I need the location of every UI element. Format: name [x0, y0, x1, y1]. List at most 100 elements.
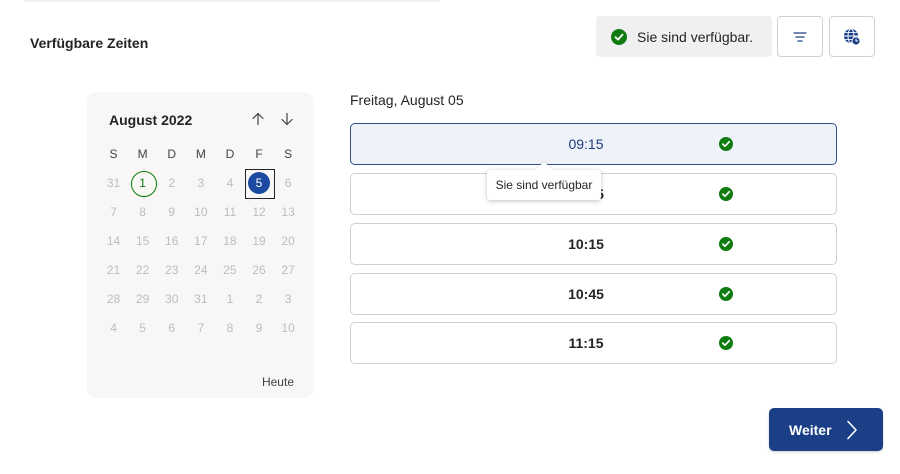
calendar-day[interactable]: 31 — [99, 168, 128, 197]
calendar-day-number: 6 — [168, 320, 176, 335]
weekday-label: S — [284, 146, 293, 161]
calendar-day[interactable]: 7 — [99, 197, 128, 226]
calendar-day[interactable]: 7 — [186, 313, 215, 342]
filter-button[interactable] — [777, 16, 823, 57]
check-circle-icon — [611, 28, 627, 45]
time-slot-label: 11:15 — [568, 335, 604, 351]
calendar-day-selected[interactable]: 5 — [244, 168, 276, 199]
calendar-day-number: 22 — [135, 262, 150, 277]
filter-icon — [793, 31, 807, 42]
calendar-day[interactable]: 28 — [99, 284, 128, 313]
check-circle-icon — [719, 336, 733, 350]
calendar-day[interactable]: 21 — [99, 255, 128, 284]
calendar-day[interactable]: 27 — [274, 255, 303, 284]
check-circle-icon — [719, 237, 733, 251]
arrow-up-icon — [252, 112, 264, 126]
timezone-button[interactable] — [829, 16, 875, 57]
calendar-day[interactable]: 16 — [157, 226, 186, 255]
calendar-day[interactable]: 11 — [215, 197, 244, 226]
calendar-day[interactable]: 12 — [244, 197, 273, 226]
calendar-day-number: 16 — [165, 233, 179, 248]
previous-month-button[interactable] — [248, 109, 268, 129]
calendar-day-number: 11 — [223, 204, 237, 219]
calendar-day[interactable]: 10 — [274, 313, 303, 342]
calendar-day[interactable]: 23 — [157, 255, 186, 284]
calendar-day[interactable]: 8 — [215, 313, 244, 342]
section-title: Verfügbare Zeiten — [30, 35, 149, 51]
calendar-day-number: 28 — [106, 291, 121, 306]
calendar-day[interactable]: 2 — [244, 284, 273, 313]
time-slot[interactable]: 10:45 — [350, 273, 837, 315]
calendar-day-number: 21 — [106, 262, 121, 277]
calendar-day[interactable]: 4 — [215, 168, 244, 197]
calendar-day-number: 15 — [135, 233, 150, 248]
status-text: Sie sind verfügbar. — [637, 28, 753, 45]
calendar-day[interactable]: 1 — [215, 284, 244, 313]
calendar-day-number: 5 — [139, 320, 146, 335]
calendar-day[interactable]: 25 — [215, 255, 244, 284]
calendar-day[interactable]: 4 — [99, 313, 128, 342]
calendar-day[interactable]: 9 — [157, 197, 186, 226]
calendar-day-number: 7 — [110, 204, 117, 219]
calendar-day[interactable]: 26 — [244, 255, 273, 284]
calendar-day[interactable]: 17 — [186, 226, 215, 255]
calendar-day-number: 17 — [194, 233, 208, 248]
calendar-day-number: 26 — [252, 262, 266, 277]
weekday-label: M — [195, 146, 206, 161]
calendar-day[interactable]: 14 — [99, 226, 128, 255]
next-button-label: Weiter — [789, 421, 832, 438]
calendar-day[interactable]: 2 — [157, 168, 186, 197]
date-picker-calendar: August 2022 S M D M D F S 31 1 2 3 4 5 6 7 8 9 10 11 12 13 14… — [87, 92, 314, 398]
calendar-day-number: 14 — [106, 233, 121, 248]
calendar-day[interactable]: 8 — [128, 197, 157, 226]
calendar-day-number: 2 — [168, 175, 176, 190]
calendar-day[interactable]: 3 — [274, 284, 303, 313]
next-month-button[interactable] — [277, 109, 297, 129]
calendar-day[interactable]: 30 — [157, 284, 186, 313]
calendar-day-number: 31 — [194, 291, 208, 306]
calendar-day[interactable]: 18 — [215, 226, 244, 255]
top-divider — [24, 0, 440, 2]
calendar-day-number: 1 — [226, 291, 234, 306]
calendar-day[interactable]: 10 — [186, 197, 215, 226]
calendar-day[interactable]: 13 — [274, 197, 303, 226]
calendar-month-title: August 2022 — [109, 112, 193, 128]
arrow-down-icon — [281, 112, 293, 126]
calendar-day[interactable]: 24 — [186, 255, 215, 284]
check-circle-icon — [719, 287, 733, 301]
calendar-day-number: 9 — [168, 204, 176, 219]
calendar-day[interactable]: 6 — [157, 313, 186, 342]
time-slot[interactable]: 10:15 — [350, 223, 837, 265]
weekday-label: F — [255, 146, 263, 161]
today-link[interactable]: Heute — [262, 375, 294, 389]
time-slot-label: 10:15 — [568, 236, 604, 252]
calendar-day-today[interactable]: 1 — [128, 168, 157, 197]
calendar-day[interactable]: 22 — [128, 255, 157, 284]
time-slot[interactable]: 11:15 — [350, 322, 837, 364]
calendar-day[interactable]: 5 — [128, 313, 157, 342]
calendar-day[interactable]: 9 — [244, 313, 273, 342]
calendar-day-number: 30 — [165, 291, 179, 306]
calendar-day[interactable]: 19 — [244, 226, 273, 255]
calendar-day[interactable]: 31 — [186, 284, 215, 313]
calendar-day-number: 8 — [139, 204, 146, 219]
weekday-label: S — [109, 146, 118, 161]
calendar-day-number: 1 — [139, 175, 146, 190]
calendar-day-number: 9 — [255, 320, 263, 335]
next-button[interactable]: Weiter — [769, 408, 883, 451]
calendar-grid: S M D M D F S 31 1 2 3 4 5 6 7 8 9 10 11 12 13 14 15 16 17 18 19 20… — [99, 139, 303, 342]
calendar-day[interactable]: 15 — [128, 226, 157, 255]
calendar-day[interactable]: 29 — [128, 284, 157, 313]
calendar-day-number: 3 — [284, 291, 292, 306]
time-slot-label: 09:15 — [568, 136, 604, 152]
calendar-day[interactable]: 3 — [186, 168, 215, 197]
availability-status: Sie sind verfügbar. — [596, 16, 772, 57]
time-slot-selected[interactable]: 09:15 — [350, 123, 837, 165]
calendar-day[interactable]: 6 — [274, 168, 303, 197]
calendar-day-number: 6 — [284, 175, 292, 190]
chevron-right-icon — [846, 420, 857, 439]
calendar-day-number: 19 — [252, 233, 266, 248]
check-circle-icon — [719, 187, 733, 201]
calendar-day[interactable]: 20 — [274, 226, 303, 255]
calendar-day-number: 4 — [226, 175, 234, 190]
